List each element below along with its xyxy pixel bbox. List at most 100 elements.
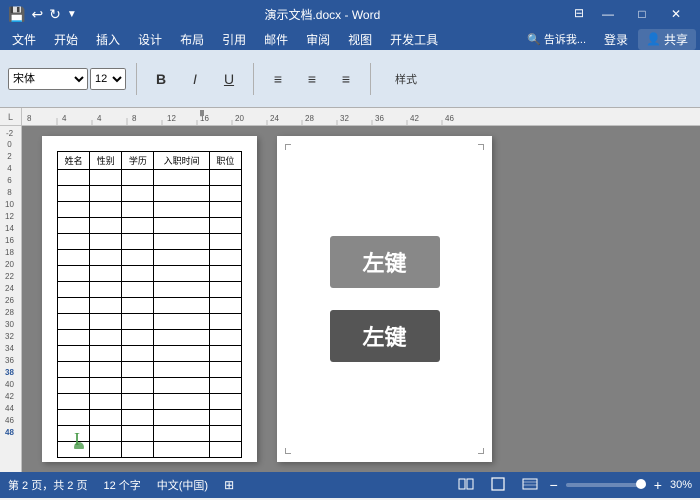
toolbar-sep-3 [370, 63, 371, 95]
login-btn[interactable]: 登录 [596, 29, 636, 50]
font-size-select[interactable]: 12 [90, 68, 126, 90]
vruler-mark: 30 [0, 318, 21, 330]
vruler-mark: 16 [0, 234, 21, 246]
menu-dev[interactable]: 开发工具 [382, 29, 446, 50]
ruler-corner[interactable]: L [0, 108, 22, 126]
minimize-button[interactable]: — [592, 4, 624, 24]
main-area: -2 0 2 4 6 8 10 12 14 16 18 20 22 24 26 … [0, 126, 700, 472]
vruler-mark: 2 [0, 150, 21, 162]
vruler-mark: 20 [0, 258, 21, 270]
share-label: 共享 [664, 31, 688, 48]
table-row [58, 330, 242, 346]
title-bar-left: 💾 ↩ ↻ ▼ [8, 6, 77, 23]
styles-button[interactable]: 样式 [381, 65, 431, 93]
svg-text:32: 32 [340, 114, 349, 123]
restore-button[interactable]: □ [626, 4, 658, 24]
document-table: 姓名 性别 学历 入职时间 职位 [57, 151, 242, 458]
corner-br [478, 448, 484, 454]
menu-file[interactable]: 文件 [4, 29, 44, 50]
doc-area[interactable]: 姓名 性别 学历 入职时间 职位 [22, 126, 700, 472]
table-row [58, 170, 242, 186]
table-row [58, 314, 242, 330]
menu-layout[interactable]: 布局 [172, 29, 212, 50]
toolbar-sep-2 [253, 63, 254, 95]
corner-tl [285, 144, 291, 150]
table-header-position: 职位 [209, 152, 241, 170]
corner-bl [285, 448, 291, 454]
zoom-level: 30% [670, 479, 692, 491]
svg-text:8: 8 [132, 114, 137, 123]
menu-mail[interactable]: 邮件 [256, 29, 296, 50]
save-icon[interactable]: 💾 [8, 6, 25, 23]
status-icon-1[interactable]: ⊞ [224, 478, 234, 492]
more-icon[interactable]: ▼ [67, 9, 77, 20]
print-view-btn[interactable] [454, 475, 478, 496]
share-btn[interactable]: 👤 共享 [638, 29, 696, 50]
vruler-mark: 14 [0, 222, 21, 234]
vruler-mark: 22 [0, 270, 21, 282]
page-info: 第 2 页，共 2 页 [8, 477, 87, 493]
vruler-mark: 4 [0, 162, 21, 174]
table-header-name: 姓名 [58, 152, 90, 170]
collapse-icon[interactable]: ⊟ [568, 4, 590, 24]
table-row [58, 362, 242, 378]
table-row [58, 202, 242, 218]
svg-text:28: 28 [305, 114, 314, 123]
zoom-plus[interactable]: + [654, 477, 662, 493]
zoom-slider[interactable] [566, 483, 646, 487]
vruler-mark: 32 [0, 330, 21, 342]
bold-button[interactable]: B [147, 65, 175, 93]
horizontal-ruler[interactable]: 8 4 4 8 12 16 20 24 28 32 36 [22, 108, 700, 126]
web-view-btn[interactable] [518, 475, 542, 496]
menu-insert[interactable]: 插入 [88, 29, 128, 50]
table-row [58, 266, 242, 282]
corner-tr [478, 144, 484, 150]
text-cursor: I [70, 427, 88, 452]
underline-button[interactable]: U [215, 65, 243, 93]
window-title: 演示文档.docx - Word [264, 8, 380, 22]
tell-me[interactable]: 🔍 告诉我... [519, 29, 594, 49]
menu-design[interactable]: 设计 [130, 29, 170, 50]
zoom-minus[interactable]: − [550, 477, 558, 493]
vertical-ruler[interactable]: -2 0 2 4 6 8 10 12 14 16 18 20 22 24 26 … [0, 126, 22, 472]
table-row [58, 234, 242, 250]
page-view-icon [490, 477, 506, 491]
table-row [58, 410, 242, 426]
align-right-button[interactable]: ≡ [332, 65, 360, 93]
leftkey-button-2[interactable]: 左键 [330, 310, 440, 362]
person-icon: 👤 [646, 32, 661, 46]
title-bar-controls: ⊟ — □ ✕ [568, 4, 692, 24]
menu-references[interactable]: 引用 [214, 29, 254, 50]
menu-view[interactable]: 视图 [340, 29, 380, 50]
menu-review[interactable]: 审阅 [298, 29, 338, 50]
leftkey-button-1[interactable]: 左键 [330, 236, 440, 288]
vruler-mark: 48 [0, 426, 21, 438]
table-row [58, 346, 242, 362]
table-header-joindate: 入职时间 [154, 152, 209, 170]
svg-text:46: 46 [445, 114, 454, 123]
svg-text:20: 20 [235, 114, 244, 123]
redo-icon[interactable]: ↻ [49, 6, 61, 23]
vruler-mark: 46 [0, 414, 21, 426]
vruler-mark: 36 [0, 354, 21, 366]
word-count: 12 个字 [103, 477, 140, 493]
vruler-mark: 44 [0, 402, 21, 414]
ruler-svg: 8 4 4 8 12 16 20 24 28 32 36 [22, 108, 700, 126]
font-family-select[interactable]: 宋体 [8, 68, 88, 90]
svg-text:4: 4 [97, 114, 102, 123]
menu-home[interactable]: 开始 [46, 29, 86, 50]
close-button[interactable]: ✕ [660, 4, 692, 24]
align-center-button[interactable]: ≡ [298, 65, 326, 93]
vruler-mark: 10 [0, 198, 21, 210]
align-left-button[interactable]: ≡ [264, 65, 292, 93]
zoom-thumb [636, 479, 646, 489]
table-row [58, 394, 242, 410]
leftkey-area: 左键 左键 [330, 226, 440, 372]
page-1: 姓名 性别 学历 入职时间 职位 [42, 136, 257, 462]
read-view-icon [458, 477, 474, 491]
italic-button[interactable]: I [181, 65, 209, 93]
undo-icon[interactable]: ↩ [31, 6, 43, 23]
page-view-btn[interactable] [486, 475, 510, 496]
title-bar: 💾 ↩ ↻ ▼ 演示文档.docx - Word ⊟ — □ ✕ [0, 0, 700, 28]
vruler-mark: 8 [0, 186, 21, 198]
